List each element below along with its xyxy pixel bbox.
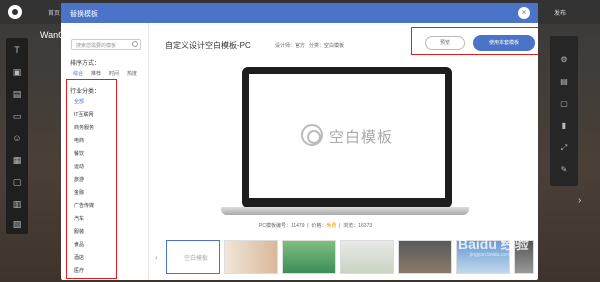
category-title: 行业分类： xyxy=(70,89,101,95)
category-item-ecommerce[interactable]: 电商 xyxy=(74,137,84,144)
category-item-food[interactable]: 食品 xyxy=(74,241,84,248)
category-item-it[interactable]: IT互联网 xyxy=(74,111,93,118)
template-price-label: 价格： xyxy=(311,223,327,229)
category-item-clothing[interactable]: 服装 xyxy=(74,228,84,235)
category-item-all[interactable]: 全部 xyxy=(74,98,84,105)
search-placeholder: 搜索您需要的模板 xyxy=(76,43,117,49)
slideshow-tool-icon[interactable]: ▤ xyxy=(11,88,23,100)
category-item-auto[interactable]: 汽车 xyxy=(74,215,84,222)
category-item-sports[interactable]: 运动 xyxy=(74,163,84,170)
thumbnail-label: 空白模板 xyxy=(184,256,209,262)
text-tool-icon[interactable]: T xyxy=(11,44,23,56)
right-arrow-icon[interactable]: › xyxy=(578,195,581,206)
delete-icon[interactable]: ▮ xyxy=(558,120,570,132)
template-price-value: 免费 xyxy=(326,223,337,229)
prev-arrow-icon[interactable]: ‹ xyxy=(155,253,158,262)
button-tool-icon[interactable]: ▭ xyxy=(11,110,23,122)
watermark: Baidu 经验 xyxy=(458,236,529,252)
image-tool-icon[interactable]: ▣ xyxy=(11,66,23,78)
laptop-base xyxy=(221,207,469,215)
laptop-preview: 空白模板 xyxy=(242,67,452,208)
search-input[interactable]: 搜索您需要的模板 xyxy=(71,39,141,50)
filter-sidebar: 搜索您需要的模板 排序方式： 综合 推荐 时间 热度 行业分类： 全部 IT互联… xyxy=(61,23,149,280)
thumbnail-blank[interactable]: 空白模板 xyxy=(166,240,220,274)
thumbnail-5[interactable] xyxy=(398,240,452,274)
sort-option-recommended[interactable]: 推荐 xyxy=(91,70,101,77)
close-icon[interactable]: × xyxy=(518,7,530,19)
category-item-medical[interactable]: 医疗 xyxy=(74,267,84,274)
move-icon[interactable]: ⤢ xyxy=(558,142,570,154)
preview-screen: 空白模板 xyxy=(249,74,445,198)
left-toolbar: T ▣ ▤ ▭ ☺ ▦ ▢ ▥ ▧ xyxy=(6,38,28,234)
thumbnail-3[interactable] xyxy=(282,240,336,274)
home-link[interactable]: 首页 xyxy=(48,8,60,17)
thumbnail-2[interactable] xyxy=(224,240,278,274)
template-info: PC模板编号：11479 | 价格：免费 | 浏览：16373 xyxy=(259,223,373,229)
layers-icon[interactable]: ▤ xyxy=(558,76,570,88)
sort-option-time[interactable]: 时间 xyxy=(109,70,119,77)
modal-header: 替换模板 × xyxy=(61,3,538,23)
grid-tool-icon[interactable]: ▦ xyxy=(11,154,23,166)
modal-title: 替换模板 xyxy=(70,11,98,18)
template-category: 分类：空白模板 xyxy=(309,43,345,49)
form-tool-icon[interactable]: ▥ xyxy=(11,198,23,210)
logo-icon[interactable] xyxy=(8,5,22,19)
template-code: PC模板编号：11479 xyxy=(259,223,305,229)
use-template-button[interactable]: 使用本套模板 xyxy=(473,35,535,51)
thumbnail-4[interactable] xyxy=(340,240,394,274)
template-designer: 设计师：官方 xyxy=(275,43,306,49)
template-title: 自定义设计空白模板-PC xyxy=(165,41,251,50)
right-panel: ⚙ ▤ ▢ ▮ ⤢ ✎ xyxy=(550,36,578,186)
category-item-business[interactable]: 商务服务 xyxy=(74,124,94,131)
layout-tool-icon[interactable]: ▧ xyxy=(11,218,23,230)
sort-title: 排序方式： xyxy=(70,61,101,67)
settings-icon[interactable]: ⚙ xyxy=(558,54,570,66)
category-item-finance[interactable]: 金融 xyxy=(74,189,84,196)
category-item-hotel[interactable]: 酒店 xyxy=(74,254,84,261)
emoji-tool-icon[interactable]: ☺ xyxy=(11,132,23,144)
comment-tool-icon[interactable]: ▢ xyxy=(11,176,23,188)
category-item-catering[interactable]: 餐饮 xyxy=(74,150,84,157)
screen-text: 空白模板 xyxy=(329,129,394,146)
category-item-media[interactable]: 广告传媒 xyxy=(74,202,94,209)
preview-button[interactable]: 预览 xyxy=(425,36,465,50)
blank-template-logo-icon xyxy=(301,124,323,146)
publish-button[interactable]: 发布 xyxy=(554,8,566,17)
watermark-sub: jingyan.baidu.com xyxy=(470,252,511,258)
template-views: 浏览：16373 xyxy=(343,223,373,229)
copy-icon[interactable]: ▢ xyxy=(558,98,570,110)
sort-option-comprehensive[interactable]: 综合 xyxy=(73,70,83,77)
sort-option-popularity[interactable]: 热度 xyxy=(127,70,137,77)
category-item-travel[interactable]: 旅游 xyxy=(74,176,84,183)
search-icon[interactable] xyxy=(132,41,138,47)
edit-icon[interactable]: ✎ xyxy=(558,164,570,176)
